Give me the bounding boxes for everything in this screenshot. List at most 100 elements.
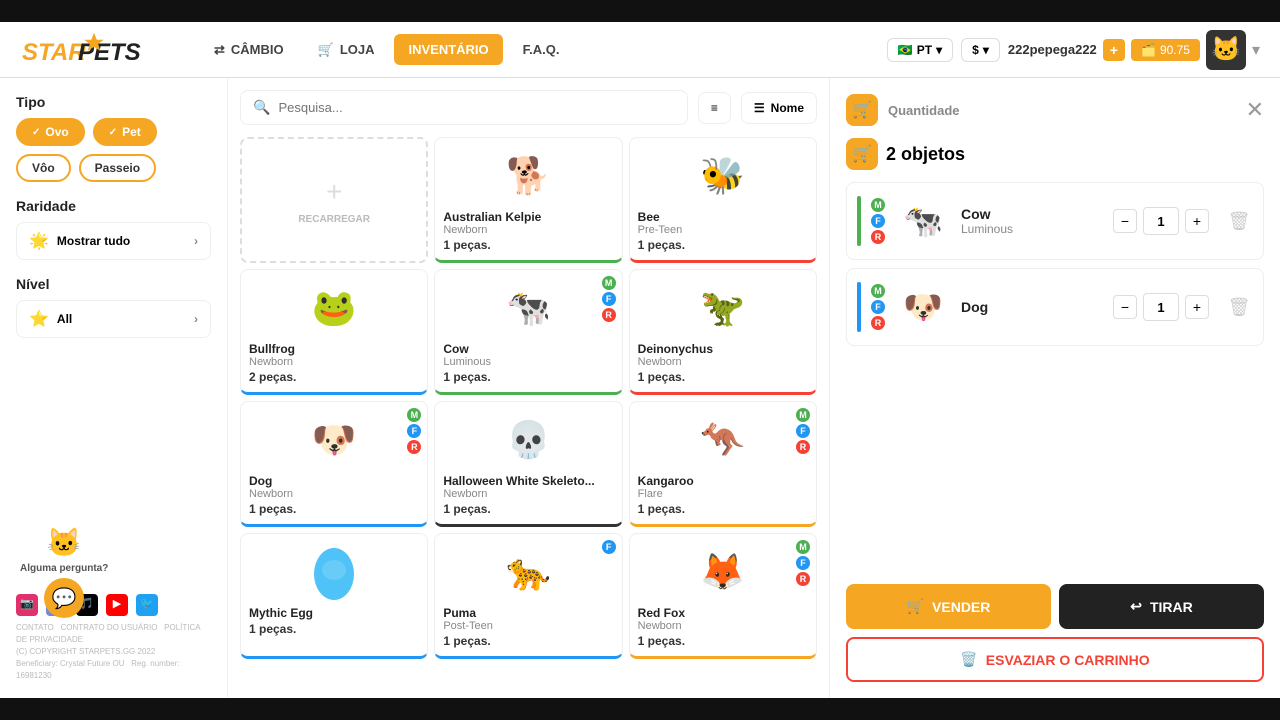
chevron-down-icon-dollar: ▾ bbox=[983, 43, 989, 57]
item-image: 💀 bbox=[498, 410, 558, 470]
cart-item-badges: M F R bbox=[871, 198, 885, 244]
search-input[interactable] bbox=[278, 100, 674, 115]
list-item[interactable]: 💀 Halloween White Skeleto... Newborn 1 p… bbox=[434, 401, 622, 527]
qty-controls: − + bbox=[1113, 293, 1209, 321]
twitter-icon[interactable]: 🐦 bbox=[136, 594, 158, 616]
qty-increase-button[interactable]: + bbox=[1185, 295, 1209, 319]
cat-mascot: 🐱 bbox=[47, 526, 82, 559]
nav-cambio[interactable]: ⇄ CÂMBIO bbox=[200, 34, 298, 66]
nav-inventario[interactable]: INVENTÁRIO bbox=[394, 34, 502, 65]
username: 222pepega222 bbox=[1008, 42, 1097, 57]
youtube-icon[interactable]: ▶ bbox=[106, 594, 128, 616]
list-item[interactable]: 🐕 Australian Kelpie Newborn 1 peças. bbox=[434, 137, 622, 263]
user-dropdown-button[interactable]: ▾ bbox=[1252, 40, 1260, 60]
top-bar bbox=[0, 0, 1280, 22]
svg-text:PETS: PETS bbox=[78, 39, 141, 66]
badge-f: F bbox=[796, 556, 810, 570]
qty-decrease-button[interactable]: − bbox=[1113, 209, 1137, 233]
cart-panel: 🛒 Quantidade ✕ 🛒 2 objetos M F R bbox=[830, 78, 1280, 698]
header-right: 🇧🇷 PT ▾ $ ▾ 222pepega222 + 🗂️ 90.75 🐱 ▾ bbox=[887, 30, 1260, 70]
cart-item-badges: M F R bbox=[871, 284, 885, 330]
list-item[interactable]: 🐝 Bee Pre-Teen 1 peças. bbox=[629, 137, 817, 263]
delete-button[interactable]: 🗑 bbox=[1225, 293, 1253, 321]
reload-card[interactable]: + RECARREGAR bbox=[240, 137, 428, 263]
filter-passeio[interactable]: Passeio bbox=[79, 154, 156, 182]
delete-button[interactable]: 🗑 bbox=[1225, 207, 1253, 235]
remove-icon: ↩ bbox=[1130, 598, 1142, 615]
tipo-filters: ✓ Ovo ✓ Pet Vôo Passeio bbox=[16, 118, 211, 182]
badge-f: F bbox=[871, 214, 885, 228]
bottom-bar bbox=[0, 698, 1280, 720]
svg-text:STAR: STAR bbox=[22, 39, 86, 66]
raridade-select[interactable]: 🌟 Mostrar tudo › bbox=[16, 222, 211, 260]
badge-m: M bbox=[407, 408, 421, 422]
badge-m: M bbox=[602, 276, 616, 290]
item-image: 🐆 bbox=[498, 542, 558, 602]
add-funds-button[interactable]: + bbox=[1103, 39, 1125, 61]
qty-increase-button[interactable]: + bbox=[1185, 209, 1209, 233]
cart-item-indicator bbox=[857, 196, 861, 246]
cart-count: 2 objetos bbox=[886, 144, 965, 165]
currency-dollar-button[interactable]: $ ▾ bbox=[961, 38, 1000, 62]
currency-pt-button[interactable]: 🇧🇷 PT ▾ bbox=[887, 38, 953, 62]
cart-item: M F R 🐄 Cow Luminous − + 🗑 bbox=[846, 182, 1264, 260]
list-item[interactable]: Mythic Egg 1 peças. bbox=[240, 533, 428, 659]
cart-header: 🛒 Quantidade ✕ bbox=[846, 94, 1264, 126]
badge-f: F bbox=[602, 540, 616, 554]
item-badges: F bbox=[602, 540, 616, 554]
sell-button[interactable]: 🛒 VENDER bbox=[846, 584, 1051, 629]
badge-r: R bbox=[407, 440, 421, 454]
cambio-icon: ⇄ bbox=[214, 42, 225, 58]
plus-icon: + bbox=[326, 176, 342, 208]
search-box[interactable]: 🔍 bbox=[240, 90, 688, 125]
badge-f: F bbox=[871, 300, 885, 314]
cart-item-indicator bbox=[857, 282, 861, 332]
qty-input[interactable] bbox=[1143, 293, 1179, 321]
filter-pet[interactable]: ✓ Pet bbox=[93, 118, 157, 146]
badge-r: R bbox=[602, 308, 616, 322]
remove-button[interactable]: ↩ TIRAR bbox=[1059, 584, 1264, 629]
action-row: 🛒 VENDER ↩ TIRAR bbox=[846, 584, 1264, 629]
cart-count-row: 🛒 2 objetos bbox=[846, 138, 1264, 170]
tipo-title: Tipo bbox=[16, 94, 211, 110]
chat-bubble-button[interactable]: 💬 bbox=[44, 578, 84, 618]
wallet-button[interactable]: 🗂️ 90.75 bbox=[1131, 39, 1200, 61]
badge-r: R bbox=[871, 316, 885, 330]
logo: STAR PETS bbox=[20, 32, 150, 68]
search-icon: 🔍 bbox=[253, 99, 270, 116]
nivel-title: Nível bbox=[16, 276, 211, 292]
sort-button[interactable]: ≡ bbox=[698, 92, 731, 124]
filter-ovo[interactable]: ✓ Ovo bbox=[16, 118, 85, 146]
chat-icon: 💬 bbox=[52, 586, 77, 611]
qty-decrease-button[interactable]: − bbox=[1113, 295, 1137, 319]
item-image: 🐕 bbox=[498, 146, 558, 206]
list-item[interactable]: M F R 🐄 Cow Luminous 1 peças. bbox=[434, 269, 622, 395]
cart-icon: 🛒 bbox=[846, 94, 878, 126]
badge-r: R bbox=[871, 230, 885, 244]
list-item[interactable]: M F R 🦘 Kangaroo Flare 1 peças. bbox=[629, 401, 817, 527]
item-badges: M F R bbox=[796, 408, 810, 454]
name-sort-button[interactable]: ☰ Nome bbox=[741, 92, 817, 124]
qty-input[interactable] bbox=[1143, 207, 1179, 235]
chevron-down-icon: ▾ bbox=[936, 43, 942, 57]
list-item[interactable]: M F R 🐶 Dog Newborn 1 peças. bbox=[240, 401, 428, 527]
header: STAR PETS ⇄ CÂMBIO 🛒 LOJA INVENTÁRIO F.A… bbox=[0, 22, 1280, 78]
clear-cart-button[interactable]: 🗑️ ESVAZIAR O CARRINHO bbox=[846, 637, 1264, 682]
sort-icon: ≡ bbox=[711, 101, 718, 115]
badge-m: M bbox=[871, 284, 885, 298]
inventory-area: 🔍 ≡ ☰ Nome + RECARREGAR bbox=[228, 78, 830, 698]
list-item[interactable]: 🐸 Bullfrog Newborn 2 peças. bbox=[240, 269, 428, 395]
chat-label: Alguma pergunta? bbox=[20, 563, 108, 574]
nivel-select[interactable]: ⭐ All › bbox=[16, 300, 211, 338]
avatar[interactable]: 🐱 bbox=[1206, 30, 1246, 70]
nav-faq[interactable]: F.A.Q. bbox=[509, 34, 574, 65]
item-image: 🦊 bbox=[693, 542, 753, 602]
item-image bbox=[304, 542, 364, 602]
filter-voo[interactable]: Vôo bbox=[16, 154, 71, 182]
nav-loja[interactable]: 🛒 LOJA bbox=[304, 34, 389, 66]
inventory-header: 🔍 ≡ ☰ Nome bbox=[240, 90, 817, 125]
list-item[interactable]: M F R 🦊 Red Fox Newborn 1 peças. bbox=[629, 533, 817, 659]
list-item[interactable]: F 🐆 Puma Post-Teen 1 peças. bbox=[434, 533, 622, 659]
list-item[interactable]: 🦖 Deinonychus Newborn 1 peças. bbox=[629, 269, 817, 395]
close-button[interactable]: ✕ bbox=[1246, 97, 1264, 123]
